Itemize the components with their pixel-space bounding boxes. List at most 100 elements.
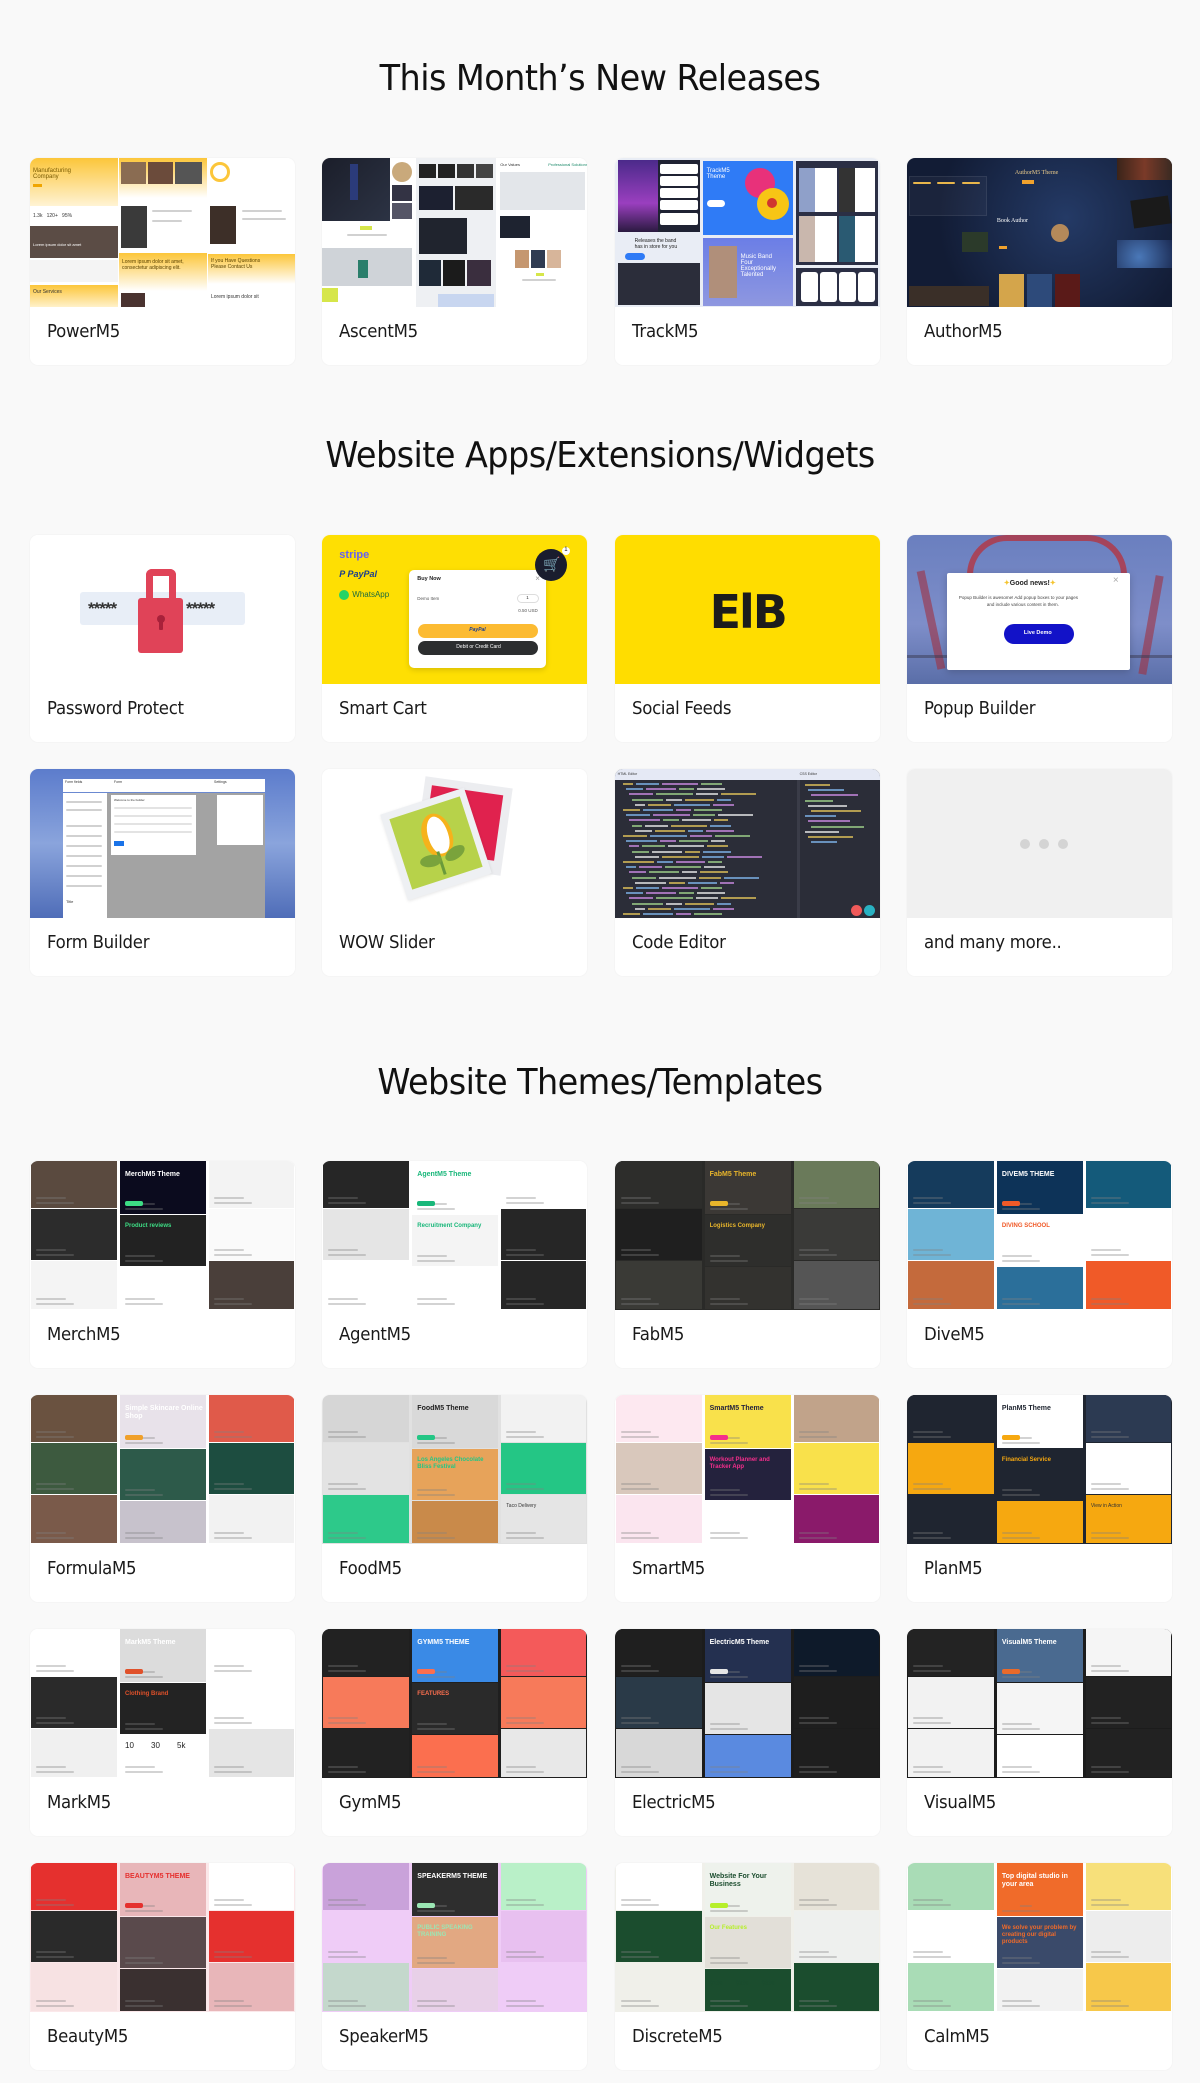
preview-subheadline: We solve your problem by creating our di… — [1001, 1925, 1077, 1945]
preview-subheadline: PUBLIC SPEAKING TRAINING — [417, 1925, 473, 1938]
foodm5-preview-image: FoodM5 Theme Los Angeles Chocolate Bliss … — [322, 1395, 588, 1544]
card-label: ElectricM5 — [631, 1792, 716, 1813]
code-editor-preview: HTML Editor CSS Editor — [614, 769, 880, 918]
theme-card-electricm5[interactable]: ElectricM5 Theme ElectricM5 — [614, 1629, 880, 1836]
preview-headline: MarkM5 Theme — [125, 1639, 176, 1646]
ascentm5-preview-image: Our Values Professional Solutions — [322, 158, 588, 307]
preview-headline: BEAUTYM5 THEME — [125, 1873, 190, 1880]
card-label: Popup Builder — [923, 698, 1036, 719]
preview-headline: ElectricM5 Theme — [709, 1639, 770, 1646]
preview-subheadline: FEATURES — [417, 1691, 450, 1697]
calmm5-preview-image: Top digital studio in your area We solve … — [906, 1863, 1172, 2012]
app-card-form-builder[interactable]: Form fields Form Settings Title Welcome … — [30, 769, 295, 976]
app-card-code-editor[interactable]: HTML Editor CSS Editor Code Editor — [614, 769, 880, 976]
themes-heading: Website Themes/Templates — [377, 1062, 823, 1103]
card-label: BeautyM5 — [47, 2026, 129, 2047]
card-label: Code Editor — [631, 932, 726, 953]
preview-price: $399 — [735, 1981, 749, 1987]
preview-headline: Website For Your Business — [709, 1873, 767, 1888]
theme-card-agentm5[interactable]: AgentM5 Theme Recruitment Company AgentM5 — [322, 1161, 588, 1368]
popup-close-icon[interactable]: × — [1113, 575, 1119, 586]
card-label: FoodM5 — [339, 1558, 403, 1579]
card-label: GymM5 — [339, 1792, 402, 1813]
preview-headline: FoodM5 Theme — [417, 1405, 469, 1412]
loading-dot — [1019, 839, 1030, 849]
theme-card-authorm5[interactable]: AuthorM5 Theme Book Author AuthorM5 — [906, 158, 1172, 365]
theme-card-trackm5[interactable]: Releases the band has in store for you Tr… — [614, 158, 880, 365]
panel-title: Settings — [214, 780, 227, 784]
discretem5-preview-image: Website For Your Business Our Features $19… — [614, 1863, 880, 2012]
preview-headline: GYMM5 THEME — [417, 1639, 470, 1646]
elfsight-logo: ElB — [709, 585, 788, 639]
preview-price: $699 — [761, 1981, 775, 1987]
merchm5-preview-image: MerchM5 Theme Product reviews — [30, 1161, 295, 1310]
popup-dialog — [946, 573, 1130, 670]
dialog-title: Buy Now — [417, 576, 441, 582]
app-card-wow-slider[interactable]: WOW Slider — [322, 769, 588, 976]
preview-stat: 30 — [151, 1741, 160, 1750]
preview-price: $199 — [709, 1981, 723, 1987]
popup-text-2: and include various content in them. — [986, 602, 1059, 607]
markm5-preview-image: MarkM5 Theme Clothing Brand 10 30 5k — [30, 1629, 295, 1778]
app-card-smart-cart[interactable]: stripe P PayPal WhatsApp Buy Now × Demo … — [322, 535, 588, 742]
new-releases-heading: This Month’s New Releases — [379, 58, 821, 99]
card-label: DiscreteM5 — [631, 2026, 723, 2047]
app-card-password-protect[interactable]: ***** ***** Password Protect — [30, 535, 295, 742]
card-label: FormulaM5 — [47, 1558, 137, 1579]
smartm5-preview-image: SmartM5 Theme Workout Planner and Tracker… — [614, 1395, 880, 1544]
preview-subheadline: Workout Planner and Tracker App — [709, 1457, 770, 1470]
theme-card-foodm5[interactable]: FoodM5 Theme Los Angeles Chocolate Bliss … — [322, 1395, 588, 1602]
apps-heading: Website Apps/Extensions/Widgets — [325, 435, 875, 476]
theme-card-markm5[interactable]: MarkM5 Theme Clothing Brand 10 30 5k MarkM5 — [30, 1629, 295, 1836]
theme-card-discretem5[interactable]: Website For Your Business Our Features $19… — [614, 1863, 880, 2070]
cancel-icon[interactable] — [850, 905, 862, 916]
theme-card-powerm5[interactable]: Manufacturing Company 1.3k 120+ 95% Lorem… — [30, 158, 295, 365]
theme-card-formulam5[interactable]: Simple Skincare Online Shop FormulaM5 — [30, 1395, 295, 1602]
css-editor-tab: CSS Editor — [799, 772, 817, 776]
preview-subheadline: Logistics Company — [709, 1223, 765, 1229]
theme-card-visualm5[interactable]: VisualM5 Theme VisualM5 — [906, 1629, 1172, 1836]
preview-subheadline: DIVING SCHOOL — [1001, 1223, 1050, 1229]
app-card-many-more[interactable]: and many more.. — [906, 769, 1172, 976]
theme-card-calmm5[interactable]: Top digital studio in your area We solve … — [906, 1863, 1172, 2070]
app-card-popup-builder[interactable]: ✦Good news!✦ × Popup Builder is awesome!… — [906, 535, 1172, 742]
panel-title: Form fields — [65, 780, 83, 784]
visualm5-preview-image: VisualM5 Theme — [906, 1629, 1172, 1778]
themes-grid: MerchM5 Theme Product reviews MerchM5 Agent… — [30, 1161, 1172, 2070]
panel-title: Form — [114, 780, 123, 784]
side-title: Title — [66, 899, 74, 904]
masked-password-left: ***** — [88, 599, 117, 618]
preview-stat: 5k — [177, 1741, 186, 1750]
card-label: Social Feeds — [631, 698, 731, 719]
theme-card-merchm5[interactable]: MerchM5 Theme Product reviews MerchM5 — [30, 1161, 295, 1368]
theme-card-smartm5[interactable]: SmartM5 Theme Workout Planner and Tracker… — [614, 1395, 880, 1602]
theme-card-fabm5[interactable]: FabM5 Theme Logistics Company FabM5 — [614, 1161, 880, 1368]
whatsapp-label: WhatsApp — [352, 590, 390, 599]
card-label: DiveM5 — [923, 1324, 985, 1345]
password-protect-preview: ***** ***** — [30, 535, 295, 684]
theme-card-planm5[interactable]: PlanM5 Theme Financial Service View in Act… — [906, 1395, 1172, 1602]
preview-headline: MerchM5 Theme — [125, 1171, 180, 1178]
preview-subheadline: Product reviews — [125, 1223, 172, 1229]
card-label: AuthorM5 — [923, 321, 1003, 342]
card-label: PowerM5 — [47, 321, 120, 342]
theme-card-beautym5[interactable]: BEAUTYM5 THEME BeautyM5 — [30, 1863, 295, 2070]
popup-title: ✦Good news!✦ — [1003, 580, 1056, 587]
agentm5-preview-image: AgentM5 Theme Recruitment Company — [322, 1161, 588, 1310]
card-label: MerchM5 — [47, 1324, 121, 1345]
app-card-social-feeds[interactable]: ElB Social Feeds — [614, 535, 880, 742]
loading-dot — [1038, 839, 1049, 849]
wow-slider-preview — [322, 769, 588, 918]
confirm-icon[interactable] — [863, 905, 875, 916]
card-label: AgentM5 — [339, 1324, 412, 1345]
cart-badge: 1 — [564, 547, 568, 553]
preview-headline: Top digital studio in your area — [1001, 1873, 1068, 1888]
speakerm5-preview-image: SPEAKERM5 THEME PUBLIC SPEAKING TRAINING — [322, 1863, 588, 2012]
theme-card-gymm5[interactable]: GYMM5 THEME FEATURES GymM5 — [322, 1629, 588, 1836]
theme-card-speakerm5[interactable]: SPEAKERM5 THEME PUBLIC SPEAKING TRAINING S… — [322, 1863, 588, 2070]
formulam5-preview-image: Simple Skincare Online Shop — [30, 1395, 295, 1544]
theme-card-ascentm5[interactable]: Our Values Professional Solutions Ascent… — [322, 158, 588, 365]
theme-card-divem5[interactable]: DIVEM5 THEME DIVING SCHOOL DiveM5 — [906, 1161, 1172, 1368]
preview-subheadline: Our Features — [709, 1925, 747, 1931]
html-editor-tab: HTML Editor — [617, 772, 638, 776]
